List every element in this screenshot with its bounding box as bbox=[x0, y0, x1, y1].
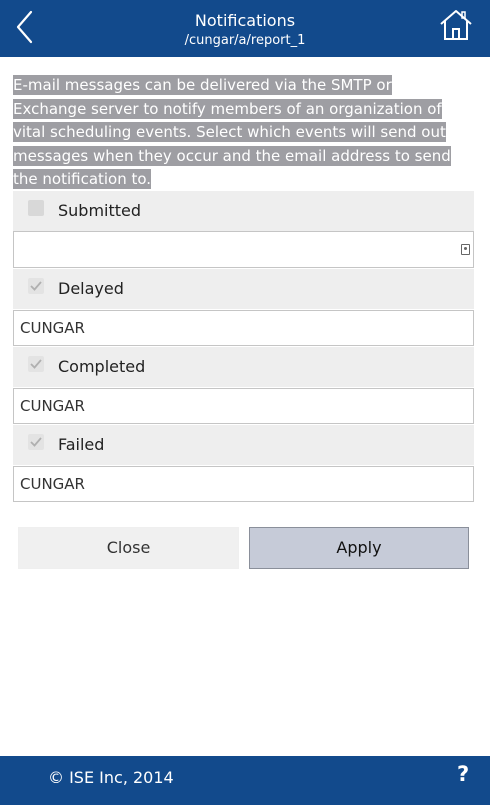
event-row-failed[interactable]: Failed bbox=[13, 425, 474, 465]
failed-checkbox[interactable] bbox=[28, 434, 44, 450]
help-button[interactable]: ? bbox=[457, 762, 469, 786]
report-path: /cungar/a/report_1 bbox=[184, 33, 306, 48]
event-row-completed[interactable]: Completed bbox=[13, 347, 474, 387]
close-button[interactable]: Close bbox=[18, 527, 239, 569]
home-button[interactable] bbox=[438, 8, 474, 42]
delayed-checkbox[interactable] bbox=[28, 278, 44, 294]
check-icon bbox=[30, 281, 42, 291]
event-label: Delayed bbox=[58, 279, 124, 298]
address-book-icon[interactable] bbox=[461, 244, 470, 255]
app-header: Notifications /cungar/a/report_1 bbox=[0, 0, 490, 57]
description-text: E-mail messages can be delivered via the… bbox=[13, 75, 451, 189]
completed-checkbox[interactable] bbox=[28, 356, 44, 372]
event-row-submitted[interactable]: Submitted bbox=[13, 191, 474, 231]
check-icon bbox=[30, 437, 42, 447]
copyright-text: © ISE Inc, 2014 bbox=[48, 768, 174, 787]
event-label: Completed bbox=[58, 357, 146, 376]
check-icon bbox=[30, 359, 42, 369]
failed-email-field[interactable]: CUNGAR bbox=[13, 466, 474, 502]
submitted-checkbox[interactable] bbox=[28, 200, 44, 216]
home-icon bbox=[440, 10, 472, 40]
completed-email-field[interactable]: CUNGAR bbox=[13, 388, 474, 424]
submitted-email-field[interactable] bbox=[13, 231, 474, 268]
page-title: Notifications bbox=[194, 11, 296, 30]
event-label: Submitted bbox=[58, 201, 142, 220]
event-label: Failed bbox=[58, 435, 105, 454]
event-row-delayed[interactable]: Delayed bbox=[13, 269, 474, 309]
app-footer: © ISE Inc, 2014 ? bbox=[0, 756, 490, 805]
apply-button[interactable]: Apply bbox=[249, 527, 469, 569]
delayed-email-field[interactable]: CUNGAR bbox=[13, 310, 474, 346]
